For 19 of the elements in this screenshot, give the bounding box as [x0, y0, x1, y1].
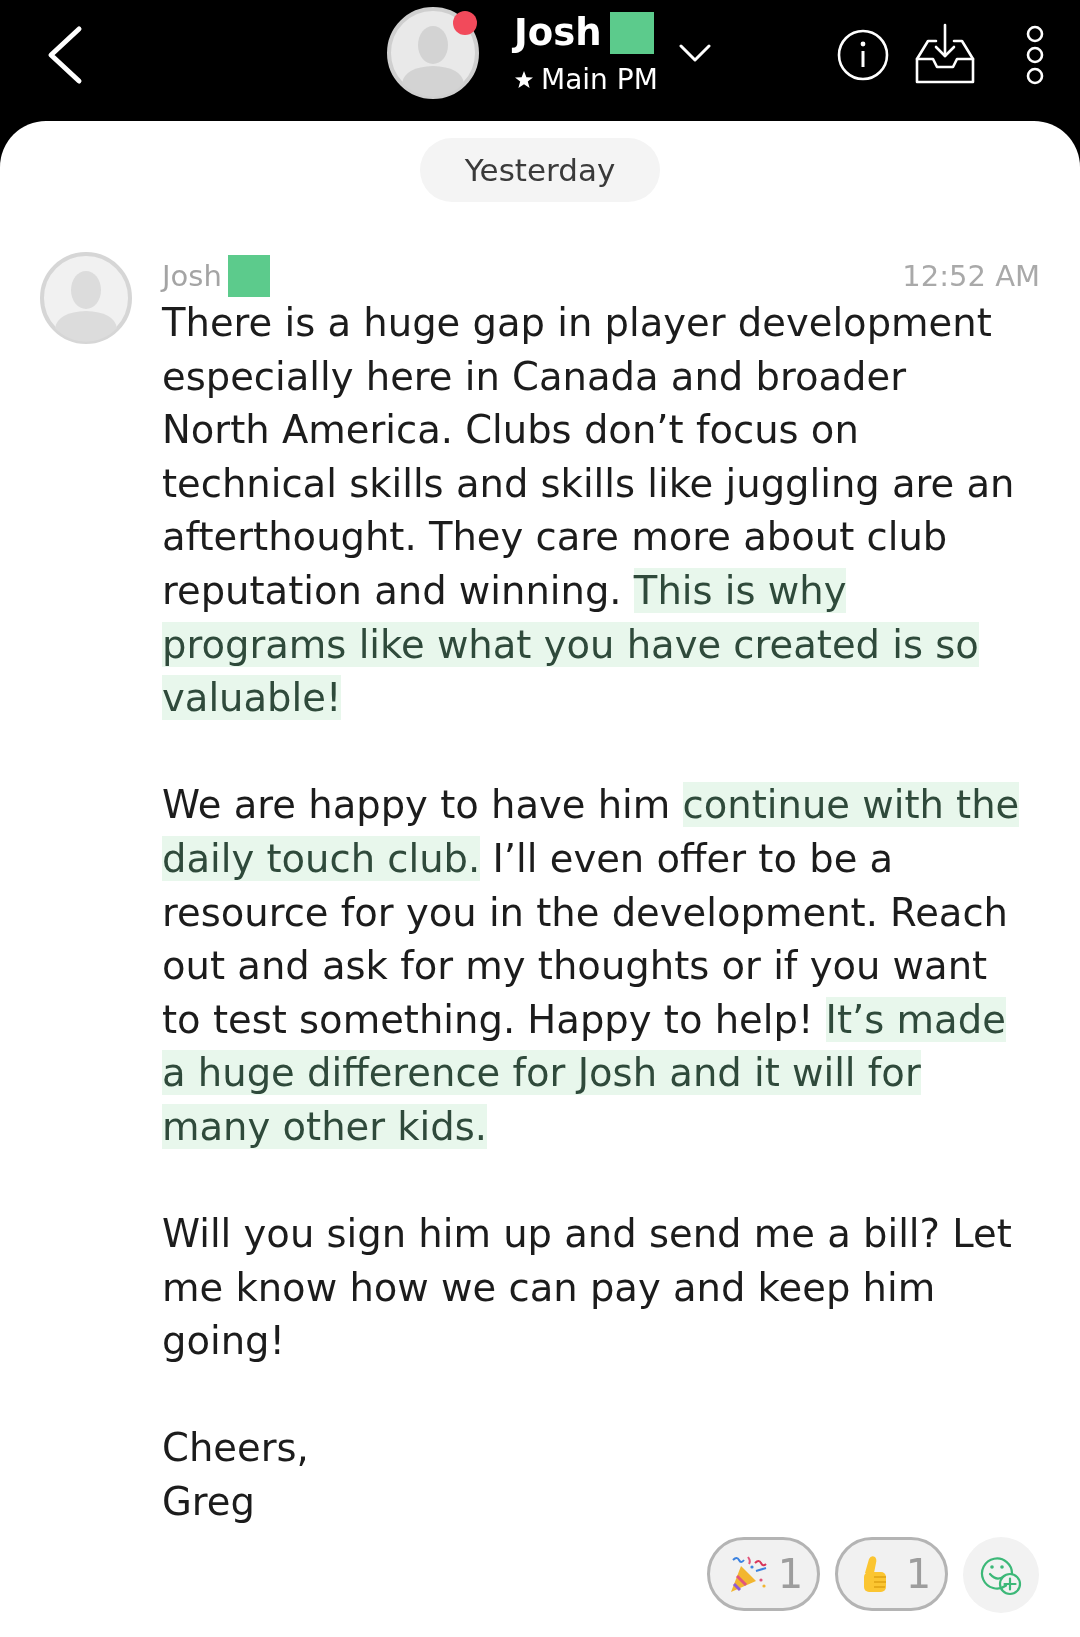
inbox-download-icon[interactable]: [914, 23, 976, 85]
contact-subtitle: Main PM: [541, 62, 658, 98]
message-paragraph: Will you sign him up and send me a bill? Let me know how we can pay and keep him going!: [162, 1210, 1013, 1366]
more-options-icon[interactable]: [1024, 25, 1046, 85]
star-icon: [514, 70, 534, 90]
message-paragraph: We are happy to have him continue with the daily touch club. I’ll even offer to be a resource for you in the development. Reach out and ask for my thoughts or if you want to test something. Happy to help! It’s made a huge difference for Josh and it will for many other kids.: [162, 781, 1021, 1151]
info-icon[interactable]: [837, 29, 889, 81]
redaction-block-icon: [609, 12, 654, 54]
contact-name: Josh: [514, 10, 602, 56]
reaction-button[interactable]: 1: [707, 1536, 820, 1611]
message-time: 12:52 AM: [902, 259, 1040, 293]
redaction-block-icon: [227, 255, 270, 297]
message-paragraph: There is a huge gap in player development especially here in Canada and broader North America. Clubs don’t focus on technical skills and skills like juggling are an afterthought. They care more about club reputation and winning. This is why programs like what you have created is so valuable!: [162, 299, 1016, 723]
chevron-down-icon[interactable]: [679, 44, 711, 62]
reaction-button[interactable]: 1: [835, 1536, 948, 1611]
date-divider: Yesterday: [419, 138, 661, 202]
avatar-icon[interactable]: [387, 7, 479, 99]
message-paragraph: Cheers, Greg: [162, 1424, 310, 1527]
sender-name: Josh: [162, 259, 222, 293]
